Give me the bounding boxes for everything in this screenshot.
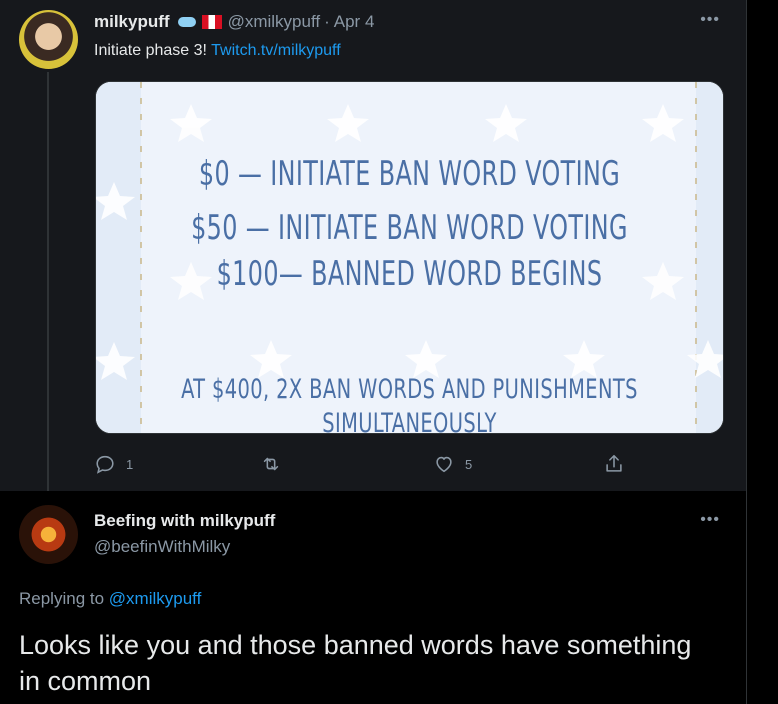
more-dots-icon[interactable]: ••• [700, 511, 720, 529]
tweet-body: Looks like you and those banned words ha… [19, 630, 692, 696]
handle[interactable]: @beefinWithMilky [94, 537, 230, 557]
thread-connector-line [47, 72, 49, 491]
retweet-icon [263, 457, 279, 471]
tweet-media-image[interactable]: $0 — INITIATE BAN WORD VOTING $50 — INIT… [95, 81, 724, 434]
tweet-text: Initiate phase 3! Twitch.tv/milkypuff [94, 42, 341, 60]
tweet-original[interactable]: milkypuff @xmilkypuff · Apr 4 ••• Initia… [0, 0, 746, 491]
time-separator: · [324, 12, 330, 31]
cloud-emoji-icon [176, 15, 198, 29]
tweet-body: Initiate phase 3! [94, 42, 212, 59]
peru-flag-emoji-icon [201, 15, 222, 29]
share-button[interactable] [603, 452, 625, 476]
display-name[interactable]: Beefing with milkypuff [94, 511, 275, 531]
media-text-line: $50 — INITIATE BAN WORD VOTING [191, 208, 628, 248]
heart-icon [436, 456, 452, 473]
column-divider [746, 0, 747, 704]
retweet-button[interactable] [260, 452, 292, 476]
display-name[interactable]: milkypuff [94, 12, 170, 32]
share-icon [606, 454, 622, 472]
handle[interactable]: @xmilkypuff [228, 12, 321, 32]
tweet-header: milkypuff @xmilkypuff · Apr 4 [94, 11, 374, 33]
like-count: 5 [465, 456, 473, 472]
reply-count: 1 [126, 456, 134, 472]
media-text-line: $100— BANNED WORD BEGINS [216, 254, 603, 294]
timeline: milkypuff @xmilkypuff · Apr 4 ••• Initia… [0, 0, 747, 704]
tweet-reply[interactable]: Beefing with milkypuff @beefinWithMilky … [0, 491, 746, 704]
media-text-line: AT $400, 2X BAN WORDS AND PUNISHMENTS [181, 374, 638, 405]
avatar[interactable] [19, 505, 78, 564]
media-text-line: $0 — INITIATE BAN WORD VOTING [198, 154, 621, 194]
reply-icon [96, 455, 114, 474]
replying-to-label: Replying to [19, 589, 109, 608]
replying-to-handle-link[interactable]: @xmilkypuff [109, 589, 202, 608]
tweet-date[interactable]: Apr 4 [334, 12, 375, 32]
media-text-line: SIMULTANEOUSLY [322, 408, 497, 434]
more-dots-icon[interactable]: ••• [700, 11, 720, 29]
replying-to: Replying to @xmilkypuff [19, 589, 201, 609]
reply-button[interactable]: 1 [94, 452, 133, 476]
avatar[interactable] [19, 10, 78, 69]
tweet-link[interactable]: Twitch.tv/milkypuff [211, 42, 341, 59]
like-button[interactable]: 5 [433, 452, 472, 476]
